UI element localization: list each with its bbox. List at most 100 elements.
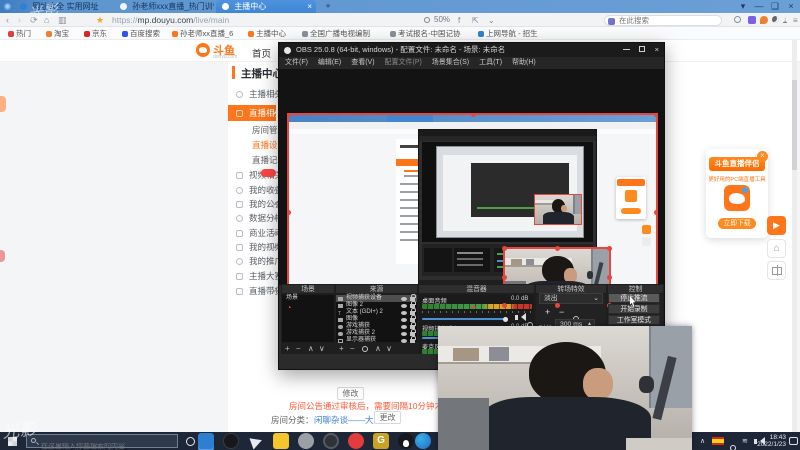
douyu-logo-icon[interactable] <box>196 43 210 57</box>
taskbar-clock[interactable]: 18:43 2022/1/23 <box>757 434 786 448</box>
speaker-icon[interactable] <box>515 315 518 320</box>
sources-list[interactable]: 视频捕获设备 图像 2 T 文本 (GDI+) 2 图像 游戏捕获 游戏捕获 2 … <box>335 294 418 343</box>
menu-view[interactable]: 查看(V) <box>351 59 374 66</box>
download-icon[interactable]: ↓ <box>783 15 787 24</box>
download-button[interactable]: 立即下载 <box>718 218 756 229</box>
notification-icon[interactable] <box>789 437 798 445</box>
minimize-button[interactable]: — <box>752 0 766 13</box>
transition-remove[interactable]: − <box>559 307 564 317</box>
obs-preview[interactable] <box>279 69 664 310</box>
promo-close-icon[interactable]: × <box>757 151 768 162</box>
visibility-icon[interactable] <box>401 338 407 343</box>
source-item[interactable]: 图像 2 <box>336 301 417 309</box>
up-icon[interactable]: ∧ <box>308 344 314 353</box>
close-button[interactable]: × <box>784 0 798 13</box>
down-icon[interactable]: ∨ <box>386 344 392 353</box>
home-icon[interactable]: ⌂ <box>44 13 49 27</box>
extension-icon[interactable] <box>748 16 756 24</box>
bookmark-item[interactable]: 热门 <box>8 27 31 40</box>
change-category-button[interactable]: 更改 <box>374 411 401 424</box>
taskbar-app-icon[interactable] <box>348 433 364 449</box>
menu-help[interactable]: 帮助(H) <box>512 59 536 66</box>
theme-icon[interactable] <box>760 16 768 24</box>
scene-item[interactable]: 场景 <box>282 295 334 302</box>
visibility-icon[interactable] <box>401 317 407 322</box>
obs-title-bar[interactable]: OBS 25.0.8 (64-bit, windows) - 配置文件: 未命名… <box>279 43 664 57</box>
scenes-list[interactable]: 场景 <box>281 294 335 343</box>
taskbar-app-icon[interactable] <box>398 433 414 449</box>
maximize-button[interactable]: ❏ <box>768 0 782 13</box>
obs-close-icon[interactable]: × <box>655 43 659 57</box>
flag-icon[interactable] <box>712 437 724 445</box>
dropdown-icon[interactable]: ⌄ <box>488 16 495 25</box>
taskbar-app-icon[interactable] <box>323 433 339 449</box>
dock-mixer-header[interactable]: 混音器 <box>418 284 535 294</box>
gear-icon[interactable] <box>361 346 368 352</box>
share-icon[interactable]: ⇱ <box>472 16 479 25</box>
home-button[interactable]: ⌂ <box>767 239 786 258</box>
tab-douyu-live[interactable]: 孙老师xxx直播_热门训忧直播_斗鱼 <box>114 0 214 13</box>
back-icon[interactable]: ‹ <box>6 13 9 27</box>
taskbar-app-icon[interactable]: G <box>373 433 389 449</box>
menu-icon[interactable]: ≡ <box>793 16 798 25</box>
taskbar-app-icon[interactable] <box>273 433 289 449</box>
tab-close-icon[interactable]: × <box>307 0 312 13</box>
obs-maximize-icon[interactable] <box>639 46 645 52</box>
menu-scene-collection[interactable]: 场景集合(S) <box>432 59 469 66</box>
visibility-icon[interactable] <box>401 296 407 301</box>
taskbar-app-icon[interactable] <box>298 433 314 449</box>
taskbar-search-input[interactable] <box>41 443 171 450</box>
source-item[interactable]: 游戏捕获 <box>336 322 417 330</box>
volume-slider-knob[interactable] <box>503 316 508 322</box>
bookmark-item[interactable]: 孙老师xx直播_6 <box>172 27 233 40</box>
remove-icon[interactable]: − <box>296 344 301 353</box>
night-mode-icon[interactable] <box>772 16 779 23</box>
taskbar-search[interactable] <box>26 434 178 450</box>
tab-streamer-center[interactable]: 主播中心 × <box>216 0 316 13</box>
tab-sites[interactable]: 网址大全 实用网址 <box>14 0 110 13</box>
add-icon[interactable]: + <box>339 344 344 353</box>
bookmark-item[interactable]: 京东 <box>84 27 107 40</box>
new-tab-button[interactable]: + <box>322 0 334 13</box>
bookmark-item[interactable]: 淘宝 <box>46 27 69 40</box>
source-item[interactable]: 视频捕获设备 <box>336 294 417 302</box>
down-icon[interactable]: ∨ <box>319 344 325 353</box>
nav-home[interactable]: 首页 <box>252 46 271 60</box>
dock-sources-header[interactable]: 来源 <box>335 284 418 294</box>
edge-browser-icon[interactable] <box>415 433 431 449</box>
bookmark-item[interactable]: 上网导航 - 招生 <box>478 27 538 40</box>
obs-minimize-icon[interactable] <box>623 49 630 50</box>
taskbar-app-icon[interactable] <box>248 432 270 450</box>
bookmark-item[interactable]: 全国广播电视编制 <box>302 27 370 40</box>
visibility-icon[interactable] <box>401 310 407 315</box>
taskbar-app-icon[interactable] <box>198 433 214 449</box>
tray-gear-icon[interactable] <box>730 438 736 450</box>
quick-search-box[interactable] <box>604 15 722 26</box>
zoom-icon[interactable] <box>424 17 430 23</box>
tray-expand-icon[interactable]: ∧ <box>700 437 705 445</box>
taskbar-app-icon[interactable] <box>223 433 239 449</box>
cortana-icon[interactable] <box>186 437 195 446</box>
start-button[interactable] <box>8 437 17 446</box>
visibility-icon[interactable] <box>401 303 407 308</box>
quick-search-input[interactable] <box>619 16 714 25</box>
visibility-icon[interactable] <box>401 324 407 329</box>
forward-icon[interactable]: › <box>18 13 21 27</box>
capture-selection[interactable] <box>287 113 658 310</box>
transition-select[interactable]: 淡出 ⌄ <box>539 293 603 304</box>
transition-add[interactable]: + <box>545 307 550 317</box>
downloads-tray-icon[interactable]: ▾ <box>736 0 750 13</box>
up-icon[interactable]: ∧ <box>375 344 381 353</box>
zoom-level[interactable]: 50% <box>434 13 450 27</box>
reader-icon[interactable]: ▥ <box>58 13 67 27</box>
remove-icon[interactable]: − <box>350 344 355 353</box>
dock-scenes-header[interactable]: 场景 <box>281 284 335 294</box>
menu-file[interactable]: 文件(F) <box>285 59 308 66</box>
menu-tools[interactable]: 工具(T) <box>479 59 502 66</box>
visibility-icon[interactable] <box>401 331 407 336</box>
add-icon[interactable]: + <box>285 344 290 353</box>
menu-profile[interactable]: 配置文件(P) <box>385 59 422 66</box>
replay-button[interactable]: ▶ <box>767 216 786 235</box>
modify-button[interactable]: 修改 <box>337 387 364 400</box>
page-scrollbar-thumb[interactable] <box>792 80 797 170</box>
